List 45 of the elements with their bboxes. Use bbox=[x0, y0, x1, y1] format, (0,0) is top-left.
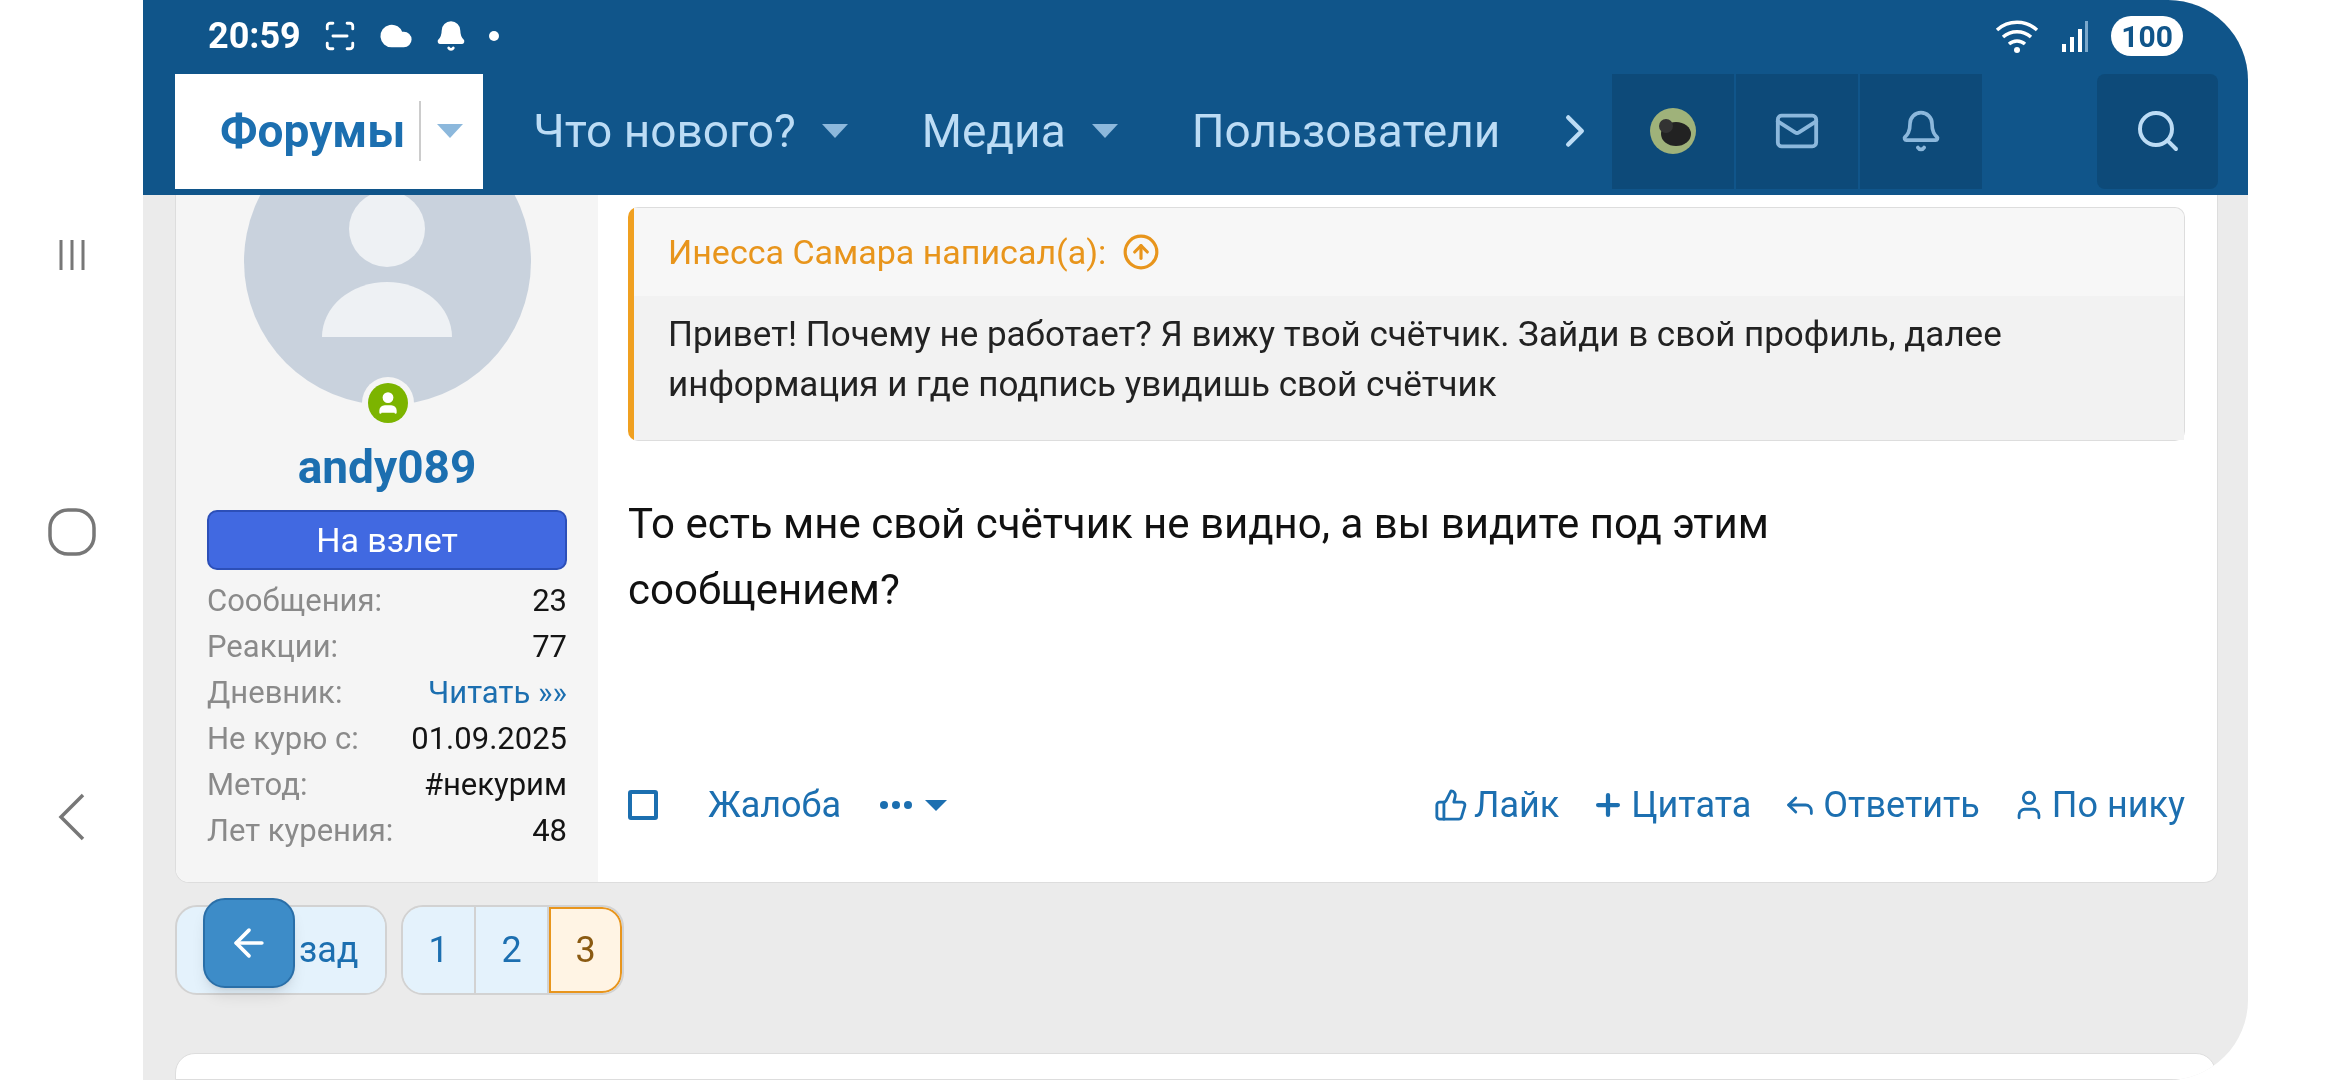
post-action-link[interactable]: Лайк bbox=[1433, 778, 1560, 832]
person-silhouette-icon bbox=[322, 195, 452, 337]
stat-value: 48 bbox=[532, 810, 567, 851]
previous-page-button[interactable]: зад bbox=[299, 907, 385, 993]
more-menu-icon[interactable] bbox=[879, 797, 950, 813]
floating-back-button[interactable] bbox=[203, 898, 295, 988]
user-rank-badge: На взлет bbox=[207, 510, 567, 570]
username-link[interactable]: andy089 bbox=[297, 433, 477, 502]
report-link[interactable]: Жалоба bbox=[708, 778, 842, 832]
thumbs-up-icon bbox=[1433, 788, 1468, 822]
caret-icon bbox=[437, 124, 464, 138]
nav-tab[interactable]: Форумы bbox=[175, 73, 484, 189]
wifi-icon bbox=[1995, 18, 2040, 54]
home-icon[interactable] bbox=[46, 507, 97, 557]
select-checkbox[interactable] bbox=[628, 790, 658, 820]
post-action-link[interactable]: Ответить bbox=[1783, 778, 1980, 832]
post-action-link[interactable]: Цитата bbox=[1591, 778, 1752, 832]
stat-label: Реакции: bbox=[207, 626, 339, 667]
stat-value: 23 bbox=[532, 580, 567, 621]
page-link[interactable]: 3 bbox=[549, 907, 622, 993]
back-icon[interactable] bbox=[56, 792, 87, 843]
signal-icon bbox=[2061, 20, 2090, 52]
stat-value: 77 bbox=[532, 626, 567, 667]
battery-indicator: 100 bbox=[2111, 16, 2183, 56]
status-time: 20:59 bbox=[208, 14, 301, 59]
page-link[interactable]: 1 bbox=[403, 907, 476, 993]
page-link[interactable]: 2 bbox=[476, 907, 549, 993]
stat-label: Лет курения: bbox=[207, 810, 394, 851]
search-button[interactable] bbox=[2097, 73, 2218, 189]
nav-tab[interactable]: Что нового? bbox=[513, 96, 868, 166]
stat-value: #некурим bbox=[423, 764, 567, 805]
message-text: То есть мне свой счётчик не видно, а вы видите под этим сообщением? bbox=[628, 498, 1770, 616]
nav-tab[interactable]: Медиа bbox=[901, 96, 1138, 166]
stat-label: Сообщения: bbox=[207, 580, 382, 621]
stat-label: Дневник: bbox=[207, 672, 343, 713]
post-action-link[interactable]: По нику bbox=[2011, 778, 2185, 832]
caret-icon bbox=[1091, 124, 1118, 138]
stat-value: 01.09.2025 bbox=[411, 718, 567, 759]
diary-link[interactable]: Читать »» bbox=[428, 669, 567, 717]
dot-icon bbox=[488, 31, 499, 41]
stat-label: Метод: bbox=[207, 764, 308, 805]
caret-icon bbox=[821, 124, 848, 138]
quote-author: Инесса Самара написал(а): bbox=[668, 230, 1107, 274]
nav-tab[interactable]: Пользователи bbox=[1171, 96, 1521, 166]
stat-label: Не курю с: bbox=[207, 718, 359, 759]
